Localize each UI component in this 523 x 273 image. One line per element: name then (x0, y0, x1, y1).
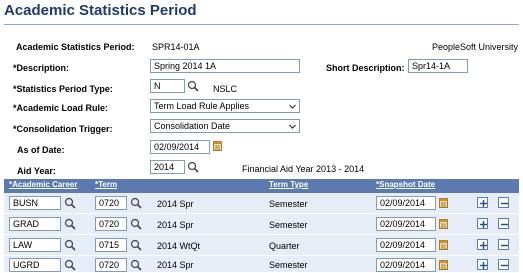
description-input[interactable] (150, 59, 300, 73)
aid-year-description: Financial Aid Year 2013 - 2014 (242, 164, 365, 174)
term-input[interactable] (95, 217, 127, 231)
aid-year-input[interactable] (150, 160, 185, 174)
term-description: 2014 Spr (157, 220, 194, 230)
consolidation-label: *Consolidation Trigger: (13, 124, 113, 134)
aid-year-lookup-icon[interactable] (187, 161, 199, 173)
term-type: Semester (269, 199, 308, 209)
period-type-input[interactable] (150, 79, 185, 93)
calendar-icon[interactable]: 31 (439, 219, 448, 230)
delete-row-button[interactable] (498, 197, 509, 208)
term-lookup-icon[interactable] (130, 259, 142, 271)
career-input[interactable] (9, 217, 61, 231)
calendar-icon[interactable]: 31 (439, 198, 448, 209)
minus-icon (501, 223, 508, 226)
description-label: *Description: (13, 63, 70, 73)
calendar-icon[interactable]: 31 (439, 240, 448, 251)
career-input[interactable] (9, 258, 61, 272)
aid-year-label: Aid Year: (17, 166, 56, 176)
svg-text:31: 31 (441, 265, 447, 271)
load-rule-value: Term Load Rule Applies (154, 101, 250, 111)
column-header-career[interactable]: *Academic Career (9, 180, 77, 189)
add-row-button[interactable] (477, 239, 488, 250)
add-row-button[interactable] (477, 218, 488, 229)
delete-row-button[interactable] (498, 259, 509, 270)
career-input[interactable] (9, 238, 61, 252)
add-row-button[interactable] (477, 259, 488, 270)
term-description: 2014 WtQt (157, 241, 201, 251)
institution-name: PeopleSoft University (432, 42, 519, 52)
column-header-term-type[interactable]: Term Type (269, 180, 308, 189)
table-row: 2014 Spr Semester 31 (4, 193, 519, 214)
svg-text:31: 31 (441, 224, 447, 230)
plus-icon (480, 200, 487, 207)
plus-icon (480, 221, 487, 228)
calendar-icon[interactable]: 31 (439, 260, 448, 271)
grid-header: *Academic Career *Term Term Type *Snapsh… (4, 179, 519, 193)
add-row-button[interactable] (477, 197, 488, 208)
consolidation-value: Consolidation Date (154, 121, 231, 131)
career-lookup-icon[interactable] (64, 259, 76, 271)
load-rule-select[interactable]: Term Load Rule Applies (150, 99, 300, 113)
term-type: Semester (269, 260, 308, 270)
svg-text:31: 31 (441, 203, 447, 209)
period-type-description: NSLC (213, 84, 238, 94)
consolidation-select[interactable]: Consolidation Date (150, 119, 300, 133)
snapshot-date-input[interactable] (376, 196, 436, 210)
term-lookup-icon[interactable] (130, 197, 142, 209)
period-value: SPR14-01A (152, 42, 200, 52)
snapshot-date-input[interactable] (376, 238, 436, 252)
period-type-label: *Statistics Period Type: (13, 84, 113, 94)
table-row: 2014 WtQt Quarter 31 (4, 235, 519, 256)
table-row: 2014 Spr Semester 31 (4, 256, 519, 273)
career-input[interactable] (9, 196, 61, 210)
delete-row-button[interactable] (498, 239, 509, 250)
term-description: 2014 Spr (157, 199, 194, 209)
short-description-label: Short Description: (326, 63, 405, 73)
svg-text:31: 31 (215, 146, 221, 152)
as-of-date-input[interactable] (150, 140, 210, 154)
chevron-down-icon (289, 104, 296, 109)
as-of-date-label: As of Date: (17, 145, 65, 155)
title-divider (4, 24, 519, 25)
chevron-down-icon (289, 124, 296, 129)
minus-icon (501, 244, 508, 247)
term-type: Quarter (269, 241, 300, 251)
svg-text:31: 31 (441, 245, 447, 251)
plus-icon (480, 262, 487, 269)
term-input[interactable] (95, 238, 127, 252)
career-lookup-icon[interactable] (64, 239, 76, 251)
load-rule-label: *Academic Load Rule: (13, 103, 109, 113)
term-description: 2014 Spr (157, 260, 194, 270)
term-input[interactable] (95, 196, 127, 210)
column-header-snapshot-date[interactable]: *Snapshot Date (376, 180, 435, 189)
page-title: Academic Statistics Period (4, 2, 197, 19)
term-lookup-icon[interactable] (130, 218, 142, 230)
calendar-icon[interactable]: 31 (213, 141, 222, 152)
snapshot-date-input[interactable] (376, 258, 436, 272)
period-type-lookup-icon[interactable] (187, 80, 199, 92)
table-row: 2014 Spr Semester 31 (4, 214, 519, 235)
snapshot-date-input[interactable] (376, 217, 436, 231)
career-lookup-icon[interactable] (64, 197, 76, 209)
column-header-term[interactable]: *Term (95, 180, 117, 189)
short-description-input[interactable] (408, 59, 468, 73)
term-lookup-icon[interactable] (130, 239, 142, 251)
minus-icon (501, 264, 508, 267)
delete-row-button[interactable] (498, 218, 509, 229)
term-type: Semester (269, 220, 308, 230)
plus-icon (480, 242, 487, 249)
period-label: Academic Statistics Period: (16, 42, 135, 52)
term-input[interactable] (95, 258, 127, 272)
career-lookup-icon[interactable] (64, 218, 76, 230)
minus-icon (501, 202, 508, 205)
